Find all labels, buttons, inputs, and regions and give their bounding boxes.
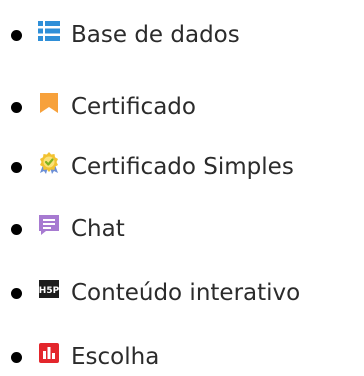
list-item-database[interactable]: Base de dados	[0, 14, 364, 54]
list-item-choice[interactable]: Escolha	[0, 336, 364, 376]
bullet-icon	[11, 162, 22, 173]
bullet-icon	[11, 30, 22, 41]
module-label-chat: Chat	[71, 216, 125, 242]
bar-chart-icon	[39, 343, 59, 363]
chat-icon	[39, 215, 59, 235]
module-label-choice: Escolha	[71, 344, 160, 370]
award-ribbon-icon	[40, 152, 58, 174]
list-item-certificate[interactable]: Certificado	[0, 86, 364, 126]
list-item-interactive-content[interactable]: H5P Conteúdo interativo	[0, 272, 364, 312]
bullet-icon	[11, 352, 22, 363]
bullet-icon	[11, 288, 22, 299]
database-icon	[38, 21, 60, 41]
bullet-icon	[11, 102, 22, 113]
module-label-database: Base de dados	[71, 22, 240, 48]
module-label-simple-certificate: Certificado Simples	[71, 154, 294, 180]
list-item-simple-certificate[interactable]: Certificado Simples	[0, 146, 364, 186]
h5p-icon: H5P	[39, 280, 60, 298]
module-label-interactive-content: Conteúdo interativo	[71, 280, 301, 306]
bullet-icon	[11, 224, 22, 235]
list-item-chat[interactable]: Chat	[0, 208, 364, 248]
svg-text:H5P: H5P	[39, 286, 60, 296]
module-label-certificate: Certificado	[71, 94, 196, 120]
bookmark-icon	[40, 93, 58, 113]
